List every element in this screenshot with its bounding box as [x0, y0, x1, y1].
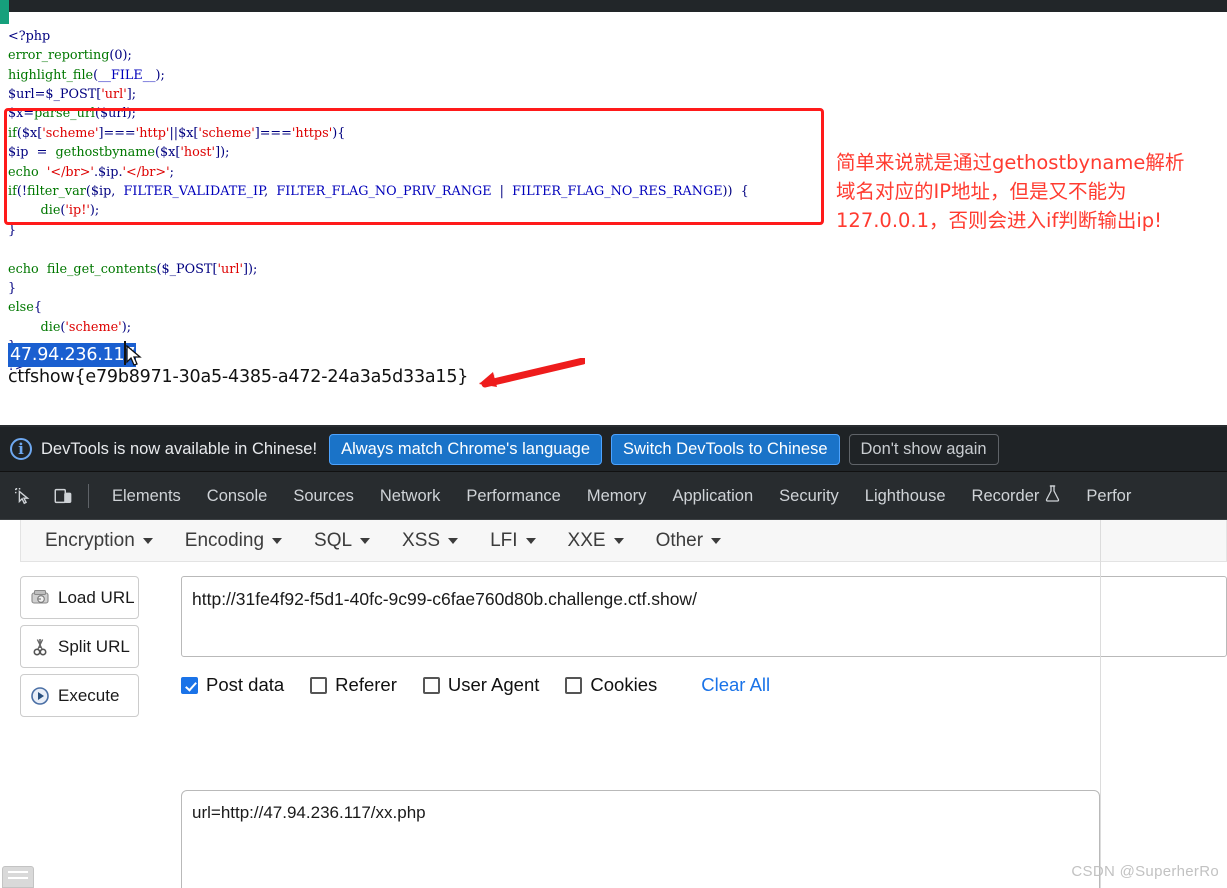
checkbox-box[interactable] — [565, 676, 583, 694]
checkbox-cookies[interactable]: Cookies — [565, 674, 657, 696]
devtools-tab-bar: Elements Console Sources Network Performance… — [0, 473, 1227, 520]
mouse-cursor-icon — [126, 345, 142, 366]
devtools-tab-memory[interactable]: Memory — [574, 482, 660, 511]
load-url-label: Load URL — [58, 587, 135, 607]
watermark: CSDN @SuperherRo — [1071, 863, 1219, 880]
switch-devtools-language-button[interactable]: Switch DevTools to Chinese — [611, 433, 840, 465]
devtools-tab-performance[interactable]: Performance — [453, 482, 573, 511]
inspect-element-icon[interactable] — [10, 483, 36, 509]
play-icon — [31, 686, 49, 705]
selected-ip-text[interactable]: 47.94.236.117 — [8, 343, 137, 367]
devtools-tab-label: Sources — [293, 486, 354, 505]
hackbar-menu-lfi[interactable]: LFI — [480, 526, 545, 556]
devtools-tab-label: Console — [206, 486, 268, 505]
hackbar-panel: Encryption Encoding SQL XSS LFI XXE Other Load… — [0, 520, 1227, 888]
devtools-tab-label: Memory — [586, 486, 647, 505]
hackbar-menu-label: XSS — [402, 529, 441, 551]
hackbar-menu-xss[interactable]: XSS — [392, 526, 468, 556]
devtools-tab-console[interactable]: Console — [194, 482, 281, 511]
hackbar-menu-label: Other — [655, 529, 704, 551]
devtools-panel: i DevTools is now available in Chinese! … — [0, 425, 1227, 520]
annotation-line: 域名对应的IP地址，但是又不能为 — [836, 180, 1127, 203]
annotation-arrow-flag — [479, 358, 585, 388]
checkbox-box[interactable] — [181, 676, 198, 694]
flag-text: ctfshow{e79b8971-30a5-4385-a472-24a3a5d3… — [8, 367, 469, 387]
devtools-tab-label: Perfor — [1086, 486, 1132, 505]
hackbar-body: Load URL Split URL Execute http://31fe4f… — [0, 562, 1227, 888]
dont-show-again-button[interactable]: Don't show again — [848, 433, 999, 465]
chinese-annotation: 简单来说就是通过gethostbyname解析 域名对应的IP地址，但是又不能为 1… — [836, 148, 1227, 235]
toolbar-divider — [88, 484, 89, 508]
checkbox-box[interactable] — [310, 676, 328, 694]
device-toolbar-icon[interactable] — [50, 483, 76, 509]
annotation-line: 127.0.0.1，否则会进入if判断输出ip! — [836, 209, 1162, 232]
devtools-language-notification: i DevTools is now available in Chinese! … — [0, 427, 1227, 472]
devtools-tab-application[interactable]: Application — [659, 482, 766, 511]
hackbar-menu-sql[interactable]: SQL — [304, 526, 380, 556]
hackbar-option-checkboxes: Post data Referer User Agent Cookies Clear A… — [181, 670, 770, 700]
accent-marker — [0, 0, 9, 24]
checkbox-post-data[interactable]: Post data — [181, 674, 284, 696]
load-url-icon — [31, 589, 49, 604]
hackbar-menu-bar: Encryption Encoding SQL XSS LFI XXE Other — [20, 520, 1227, 562]
devtools-tab-sources[interactable]: Sources — [280, 482, 367, 511]
hackbar-menu-label: SQL — [314, 529, 353, 551]
url-input[interactable] — [181, 576, 1227, 657]
hackbar-menu-encoding[interactable]: Encoding — [175, 526, 292, 556]
bottom-left-toggle-button[interactable] — [2, 866, 34, 888]
hackbar-menu-label: LFI — [490, 529, 518, 551]
devtools-tab-label: Elements — [112, 486, 181, 505]
checkbox-label: Post data — [206, 674, 285, 695]
checkbox-label: User Agent — [447, 674, 540, 695]
chevron-down-icon — [448, 537, 459, 544]
clear-all-link[interactable]: Clear All — [701, 674, 770, 696]
devtools-tab-label: Security — [779, 486, 839, 505]
hackbar-menu-label: Encoding — [184, 529, 265, 551]
load-url-button[interactable]: Load URL — [20, 576, 139, 619]
chevron-down-icon — [360, 537, 371, 544]
checkbox-label: Cookies — [590, 674, 658, 695]
devtools-tab-elements[interactable]: Elements — [99, 482, 194, 511]
chevron-down-icon — [142, 537, 153, 544]
hackbar-menu-other[interactable]: Other — [646, 526, 732, 556]
hackbar-menu-label: XXE — [567, 529, 606, 551]
checkbox-referer[interactable]: Referer — [310, 674, 397, 696]
hackbar-menu-xxe[interactable]: XXE — [558, 526, 634, 556]
devtools-tab-label: Lighthouse — [864, 486, 946, 505]
annotation-line: 简单来说就是通过gethostbyname解析 — [836, 151, 1185, 174]
info-icon: i — [10, 438, 32, 460]
chevron-down-icon — [711, 537, 722, 544]
devtools-tab-recorder[interactable]: Recorder — [959, 480, 1074, 512]
devtools-tab-network[interactable]: Network — [367, 482, 454, 511]
flask-icon — [1045, 485, 1060, 507]
split-url-label: Split URL — [58, 636, 130, 656]
split-url-button[interactable]: Split URL — [20, 625, 139, 668]
panel-divider-line — [1100, 520, 1101, 888]
devtools-tab-label: Network — [379, 486, 441, 505]
hackbar-action-buttons: Load URL Split URL Execute — [20, 576, 170, 723]
devtools-tab-label: Application — [672, 486, 754, 505]
notification-message: DevTools is now available in Chinese! — [41, 439, 318, 458]
devtools-tab-label: Performance — [466, 486, 561, 505]
chevron-down-icon — [525, 537, 536, 544]
hackbar-menu-encryption[interactable]: Encryption — [35, 526, 163, 556]
chevron-down-icon — [272, 537, 283, 544]
execute-label: Execute — [58, 685, 120, 705]
devtools-tab-security[interactable]: Security — [766, 482, 852, 511]
checkbox-user-agent[interactable]: User Agent — [422, 674, 540, 696]
devtools-tab-lighthouse[interactable]: Lighthouse — [852, 482, 959, 511]
checkbox-box[interactable] — [422, 676, 440, 694]
chevron-down-icon — [613, 537, 624, 544]
browser-page-area: <?php error_reporting(0); highlight_file… — [0, 0, 1227, 425]
browser-top-strip — [0, 0, 1227, 12]
devtools-tab-perfor[interactable]: Perfor — [1073, 482, 1144, 511]
php-source-listing: <?php error_reporting(0); highlight_file… — [8, 28, 749, 374]
always-match-language-button[interactable]: Always match Chrome's language — [329, 433, 602, 465]
scissors-icon — [33, 638, 47, 656]
checkbox-label: Referer — [335, 674, 397, 695]
devtools-tab-label: Recorder — [971, 486, 1040, 505]
post-data-input[interactable] — [181, 790, 1100, 888]
hackbar-menu-label: Encryption — [45, 529, 135, 551]
execute-button[interactable]: Execute — [20, 674, 139, 717]
